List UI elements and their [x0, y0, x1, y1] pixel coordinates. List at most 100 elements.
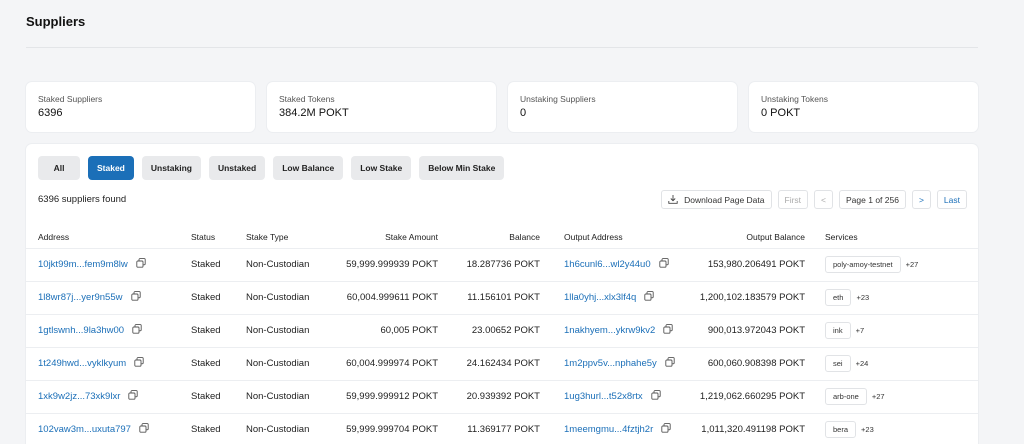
- stat-label: Unstaking Suppliers: [520, 94, 596, 104]
- balance-cell: 24.162434 POKT: [438, 346, 540, 380]
- output-address-link[interactable]: 1ug3hurl...t52x8rtx: [564, 391, 643, 402]
- filter-low-stake-button[interactable]: Low Stake: [351, 156, 412, 180]
- download-page-data-button[interactable]: Download Page Data: [661, 190, 772, 209]
- copy-icon[interactable]: [130, 291, 141, 304]
- col-stake-amount[interactable]: Stake Amount: [336, 226, 438, 248]
- output-address-cell: 1m2ppv5v...nphahe5y: [540, 346, 695, 380]
- service-chip[interactable]: poly-amoy-testnet: [825, 256, 901, 273]
- copy-icon[interactable]: [658, 258, 669, 271]
- last-page-button[interactable]: Last: [936, 190, 967, 209]
- filter-all-button[interactable]: All: [38, 156, 80, 180]
- address-cell: 1t249hwd...vyklkyum: [26, 346, 191, 380]
- output-address-link[interactable]: 1meemgmu...4fztjh2r: [564, 424, 653, 435]
- service-chip[interactable]: sei: [825, 355, 851, 372]
- output-address-link[interactable]: 1lla0yhj...xlx3lf4q: [564, 292, 636, 303]
- filter-below-min-stake-button[interactable]: Below Min Stake: [419, 156, 505, 180]
- output-address-cell: 1h6cunl6...wl2y44u0: [540, 247, 695, 281]
- supplier-address-link[interactable]: 1t249hwd...vyklkyum: [38, 358, 126, 369]
- status-filters: All Staked Unstaking Unstaked Low Balance Low…: [38, 156, 505, 180]
- output-balance-cell: 900,013.972043 POKT: [695, 313, 805, 347]
- copy-icon[interactable]: [136, 258, 146, 271]
- prev-page-button[interactable]: <: [814, 190, 834, 209]
- col-status[interactable]: Status: [191, 226, 246, 248]
- stake-type-cell: Non-Custodian: [246, 313, 336, 347]
- table-row[interactable]: 1t249hwd...vyklkyum Staked Non-Custodian 60…: [26, 346, 978, 380]
- output-address-cell: 1meemgmu...4fztjh2r: [540, 412, 695, 444]
- table-row[interactable]: 102vaw3m...uxuta797 Staked Non-Custodian 59…: [26, 412, 978, 444]
- pagination: Download Page Data First < Page 1 of 256…: [661, 190, 967, 209]
- stake-type-cell: Non-Custodian: [246, 247, 336, 281]
- stake-amount-cell: 60,005 POKT: [336, 313, 438, 347]
- next-page-button[interactable]: >: [911, 190, 931, 209]
- filter-unstaked-button[interactable]: Unstaked: [208, 156, 266, 180]
- services-more-count[interactable]: +7: [856, 326, 865, 335]
- table-header-row: Address Status Stake Type Stake Amount B…: [26, 226, 978, 248]
- output-address-cell: 1lla0yhj...xlx3lf4q: [540, 280, 695, 314]
- table-row[interactable]: 10jkt99m...fem9m8lw Staked Non-Custodian 59…: [26, 247, 978, 281]
- services-cell: bera +23: [805, 412, 978, 444]
- filter-staked-button[interactable]: Staked: [88, 156, 134, 180]
- col-address[interactable]: Address: [26, 226, 191, 248]
- stake-type-cell: Non-Custodian: [246, 412, 336, 444]
- output-address-cell: 1nakhyem...ykrw9kv2: [540, 313, 695, 347]
- col-services[interactable]: Services: [805, 226, 978, 248]
- output-address-link[interactable]: 1h6cunl6...wl2y44u0: [564, 259, 651, 270]
- stake-amount-cell: 59,999.999912 POKT: [336, 379, 438, 413]
- status-cell: Staked: [191, 346, 246, 380]
- output-address-link[interactable]: 1m2ppv5v...nphahe5y: [564, 358, 657, 369]
- service-chip[interactable]: eth: [825, 289, 852, 306]
- col-balance[interactable]: Balance: [438, 226, 540, 248]
- stats-row: Staked Suppliers 6396 Staked Tokens 384.2M …: [26, 82, 978, 132]
- balance-cell: 18.287736 POKT: [438, 247, 540, 281]
- copy-icon[interactable]: [132, 324, 142, 337]
- copy-icon[interactable]: [134, 357, 144, 370]
- stat-card: Unstaking Tokens 0 POKT: [749, 82, 978, 132]
- filter-unstaking-button[interactable]: Unstaking: [141, 156, 201, 180]
- copy-icon[interactable]: [139, 423, 149, 436]
- copy-icon[interactable]: [651, 390, 661, 403]
- first-page-button[interactable]: First: [777, 190, 809, 209]
- output-balance-cell: 1,011,320.491198 POKT: [695, 412, 805, 444]
- output-address-link[interactable]: 1nakhyem...ykrw9kv2: [564, 325, 655, 336]
- stake-amount-cell: 59,999.999939 POKT: [336, 247, 438, 281]
- supplier-address-link[interactable]: 10jkt99m...fem9m8lw: [38, 259, 128, 270]
- service-chip[interactable]: arb-one: [825, 388, 867, 405]
- col-stake-type[interactable]: Stake Type: [246, 226, 336, 248]
- copy-icon[interactable]: [661, 423, 671, 436]
- copy-icon[interactable]: [663, 324, 673, 337]
- service-chip[interactable]: bera: [825, 421, 857, 439]
- copy-icon[interactable]: [644, 291, 655, 304]
- services-more-count[interactable]: +23: [861, 425, 874, 434]
- stat-card: Unstaking Suppliers 0: [508, 82, 737, 132]
- stake-amount-cell: 60,004.999611 POKT: [336, 280, 438, 314]
- stake-type-cell: Non-Custodian: [246, 346, 336, 380]
- table-row[interactable]: 1xk9w2jz...73xk9lxr Staked Non-Custodian 59…: [26, 379, 978, 413]
- stat-value: 6396: [38, 107, 63, 119]
- stat-label: Unstaking Tokens: [761, 94, 828, 104]
- table-row[interactable]: 1gtlswnh...9la3hw00 Staked Non-Custodian 60…: [26, 313, 978, 347]
- copy-icon[interactable]: [665, 357, 675, 370]
- output-balance-cell: 1,219,062.660295 POKT: [695, 379, 805, 413]
- services-more-count[interactable]: +27: [906, 260, 919, 269]
- filter-low-balance-button[interactable]: Low Balance: [273, 156, 344, 180]
- services-cell: arb-one +27: [805, 379, 978, 413]
- supplier-address-link[interactable]: 1xk9w2jz...73xk9lxr: [38, 391, 120, 402]
- stat-value: 0: [520, 107, 527, 119]
- services-cell: sei +24: [805, 346, 978, 380]
- col-output-balance[interactable]: Output Balance: [695, 226, 805, 248]
- supplier-address-link[interactable]: 102vaw3m...uxuta797: [38, 424, 131, 435]
- stake-type-cell: Non-Custodian: [246, 379, 336, 413]
- table-row[interactable]: 1l8wr87j...yer9n55w Staked Non-Custodian 60…: [26, 280, 978, 314]
- services-more-count[interactable]: +23: [856, 293, 869, 302]
- copy-icon[interactable]: [128, 390, 139, 403]
- services-more-count[interactable]: +24: [856, 359, 869, 368]
- output-address-cell: 1ug3hurl...t52x8rtx: [540, 379, 695, 413]
- supplier-address-link[interactable]: 1gtlswnh...9la3hw00: [38, 325, 124, 336]
- stake-amount-cell: 60,004.999974 POKT: [336, 346, 438, 380]
- service-chip[interactable]: ink: [825, 322, 851, 339]
- address-cell: 10jkt99m...fem9m8lw: [26, 247, 191, 281]
- stat-card: Staked Suppliers 6396: [26, 82, 255, 132]
- supplier-address-link[interactable]: 1l8wr87j...yer9n55w: [38, 292, 123, 303]
- services-more-count[interactable]: +27: [872, 392, 885, 401]
- col-output-address[interactable]: Output Address: [540, 226, 695, 248]
